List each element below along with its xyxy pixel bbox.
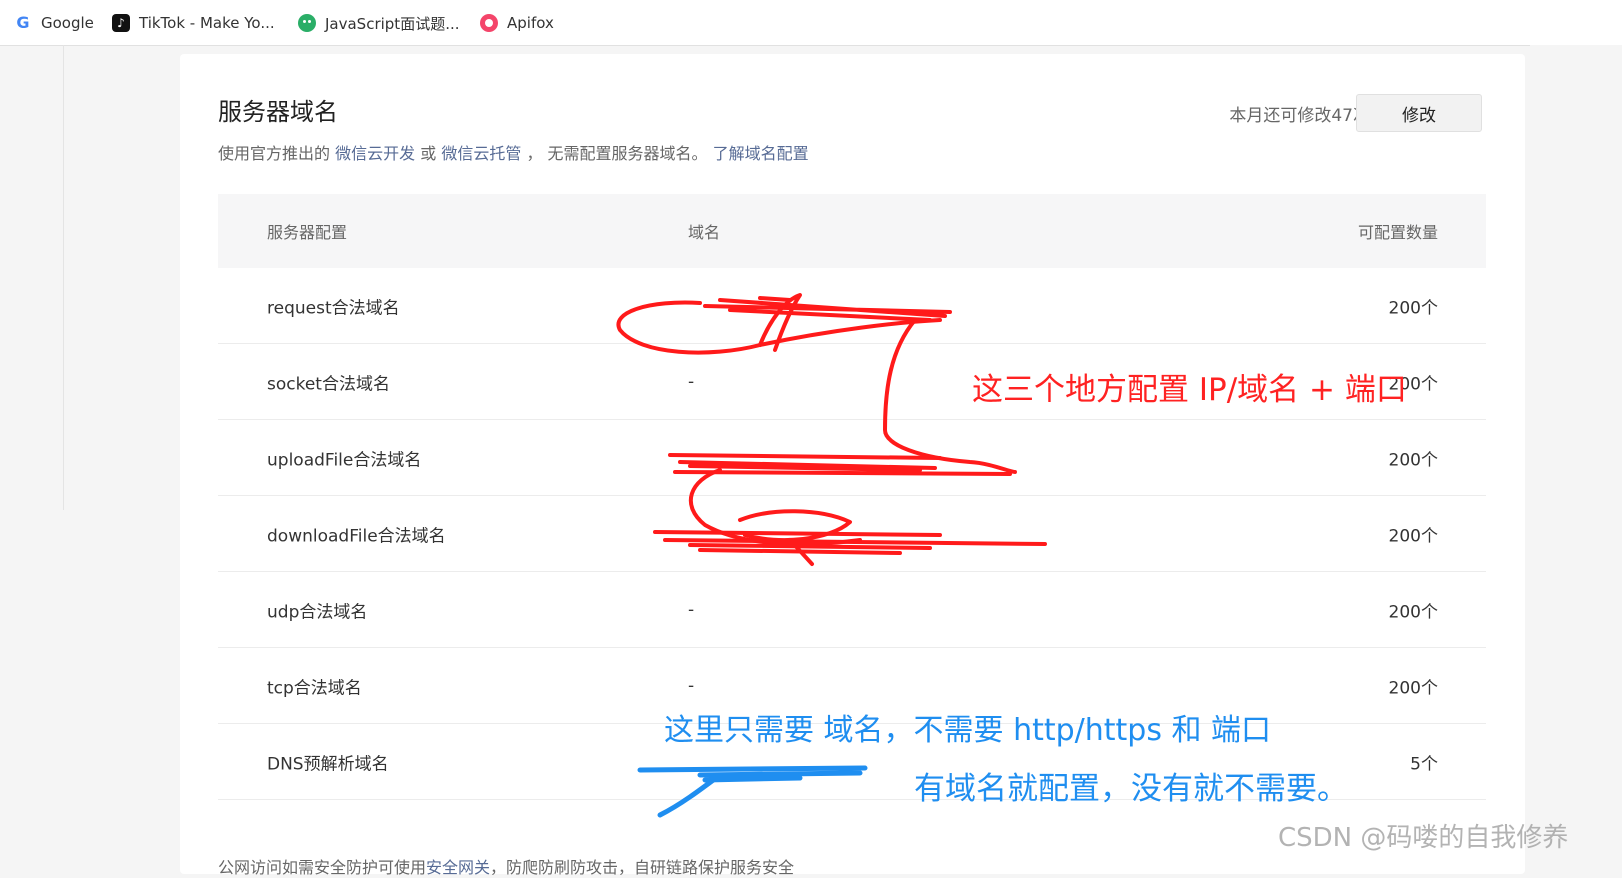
row-name: socket合法域名 xyxy=(267,374,390,394)
bookmark-label: Google xyxy=(41,14,94,32)
row-domain: - xyxy=(688,599,695,620)
row-name: request合法域名 xyxy=(267,298,400,318)
row-name: tcp合法域名 xyxy=(267,678,362,698)
cloud-host-link[interactable]: 微信云托管 xyxy=(441,144,521,163)
row-name: DNS预解析域名 xyxy=(267,754,389,774)
annotation-blue-2: 有域名就配置，没有就不需要。 xyxy=(914,771,1348,807)
right-background xyxy=(1530,45,1622,862)
annotation-blue-1: 这里只需要 域名，不需要 http/https 和 端口 xyxy=(664,713,1272,748)
table-row: uploadFile合法域名 200个 xyxy=(218,420,1486,496)
table-row: request合法域名 200个 xyxy=(218,268,1486,344)
row-name: udp合法域名 xyxy=(267,602,368,622)
google-icon: G xyxy=(16,13,30,32)
page-title: 服务器域名 xyxy=(218,98,338,126)
footer-text: 公网访问如需安全防护可使用 xyxy=(218,858,427,877)
csdn-watermark: CSDN @码喽的自我修养 xyxy=(1278,823,1569,853)
header-config: 服务器配置 xyxy=(267,223,348,242)
table-row: downloadFile合法域名 200个 xyxy=(218,496,1486,572)
row-domain: - xyxy=(688,675,695,696)
row-count: 200个 xyxy=(1388,298,1438,318)
table-row: udp合法域名 - 200个 xyxy=(218,572,1486,648)
bookmark-label: JavaScript面试题... xyxy=(325,14,460,33)
table-header: 服务器配置 域名 可配置数量 xyxy=(218,194,1486,268)
desc-text: ， 无需配置服务器域名。 xyxy=(526,144,708,163)
row-name: uploadFile合法域名 xyxy=(267,450,422,470)
bookmark-label: Apifox xyxy=(507,14,554,32)
bookmark-google[interactable]: G Google xyxy=(14,12,94,34)
desc-text: 使用官方推出的 xyxy=(218,144,331,163)
security-gateway-link[interactable]: 安全网关 xyxy=(426,858,490,877)
row-count: 5个 xyxy=(1410,754,1438,774)
bookmarks-bar: G Google ♪ TikTok - Make Yo... JavaScrip… xyxy=(0,0,1622,46)
learn-domain-config-link[interactable]: 了解域名配置 xyxy=(713,144,809,163)
row-domain: - xyxy=(688,371,695,392)
row-count: 200个 xyxy=(1388,678,1438,698)
tiktok-icon: ♪ xyxy=(112,14,130,32)
bookmark-javascript[interactable]: JavaScript面试题... xyxy=(298,12,460,34)
wechat-icon xyxy=(298,14,316,32)
row-count: 200个 xyxy=(1388,602,1438,622)
server-domain-card: 服务器域名 使用官方推出的 微信云开发 或 微信云托管 ， 无需配置服务器域名。… xyxy=(180,54,1525,877)
cloud-dev-link[interactable]: 微信云开发 xyxy=(335,144,415,163)
security-gateway-note: 公网访问如需安全防护可使用安全网关，防爬防刷防攻击，自研链路保护服务安全 xyxy=(218,854,794,878)
bookmark-apifox[interactable]: Apifox xyxy=(480,12,554,34)
bookmark-tiktok[interactable]: ♪ TikTok - Make Yo... xyxy=(112,12,275,34)
apifox-icon xyxy=(480,14,498,32)
modify-quota-text: 本月还可修改47次 xyxy=(1229,106,1370,126)
row-name: downloadFile合法域名 xyxy=(267,526,446,546)
edit-button[interactable]: 修改 xyxy=(1356,94,1482,132)
desc-text: 或 xyxy=(420,144,437,163)
sidebar-edge xyxy=(63,45,64,510)
row-count: 200个 xyxy=(1388,450,1438,470)
bookmark-label: TikTok - Make Yo... xyxy=(139,14,275,32)
row-count: 200个 xyxy=(1388,526,1438,546)
header-count: 可配置数量 xyxy=(1357,223,1438,242)
footer-text: ，防爬防刷防攻击，自研链路保护服务安全 xyxy=(490,858,795,877)
annotation-red: 这三个地方配置 IP/域名 + 端口 xyxy=(972,372,1407,408)
card-description: 使用官方推出的 微信云开发 或 微信云托管 ， 无需配置服务器域名。 了解域名配… xyxy=(218,140,809,164)
header-domain: 域名 xyxy=(688,223,721,242)
